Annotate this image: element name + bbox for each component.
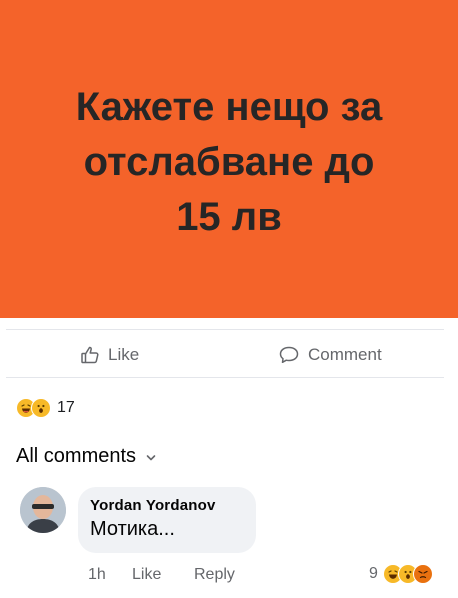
divider-top (6, 329, 444, 330)
comment-time[interactable]: 1h (88, 566, 132, 584)
like-label: Like (108, 345, 140, 364)
divider-bottom (6, 377, 444, 378)
comment-author[interactable]: Yordan Yordanov (90, 497, 244, 514)
speech-bubble-icon (278, 345, 300, 365)
avatar[interactable] (20, 487, 66, 533)
thumbs-up-icon (80, 345, 100, 365)
banner-line-1: Кажете нещо за (75, 85, 383, 129)
banner-line-2: отслабване до (83, 140, 375, 184)
banner-text: Кажете нещо за отслабване до 15 лв (0, 80, 458, 245)
comment-label: Comment (308, 345, 382, 364)
reaction-summary[interactable]: 17 (16, 398, 75, 418)
comment-meta: 1h Like Reply (88, 565, 235, 585)
post-banner: Кажете нещо за отслабване до 15 лв (0, 0, 458, 318)
comment-reaction-count: 9 (369, 565, 378, 582)
reaction-count: 17 (57, 399, 75, 416)
wow-emoji-icon (31, 398, 51, 418)
like-button[interactable]: Like (80, 343, 139, 367)
all-comments-label: All comments (16, 444, 137, 467)
comment-text: Мотика... (90, 518, 175, 540)
all-comments-filter[interactable]: All comments (16, 444, 156, 468)
comment-button[interactable]: Comment (278, 343, 382, 367)
angry-emoji-icon (412, 564, 433, 584)
comment-like-button[interactable]: Like (132, 566, 194, 584)
comment-bubble: Yordan Yordanov Мотика... (78, 487, 256, 553)
comment-reply-button[interactable]: Reply (194, 566, 235, 584)
chevron-down-icon (146, 445, 156, 468)
comment-reactions[interactable]: 9 (369, 564, 433, 584)
banner-line-3: 15 лв (176, 195, 282, 239)
